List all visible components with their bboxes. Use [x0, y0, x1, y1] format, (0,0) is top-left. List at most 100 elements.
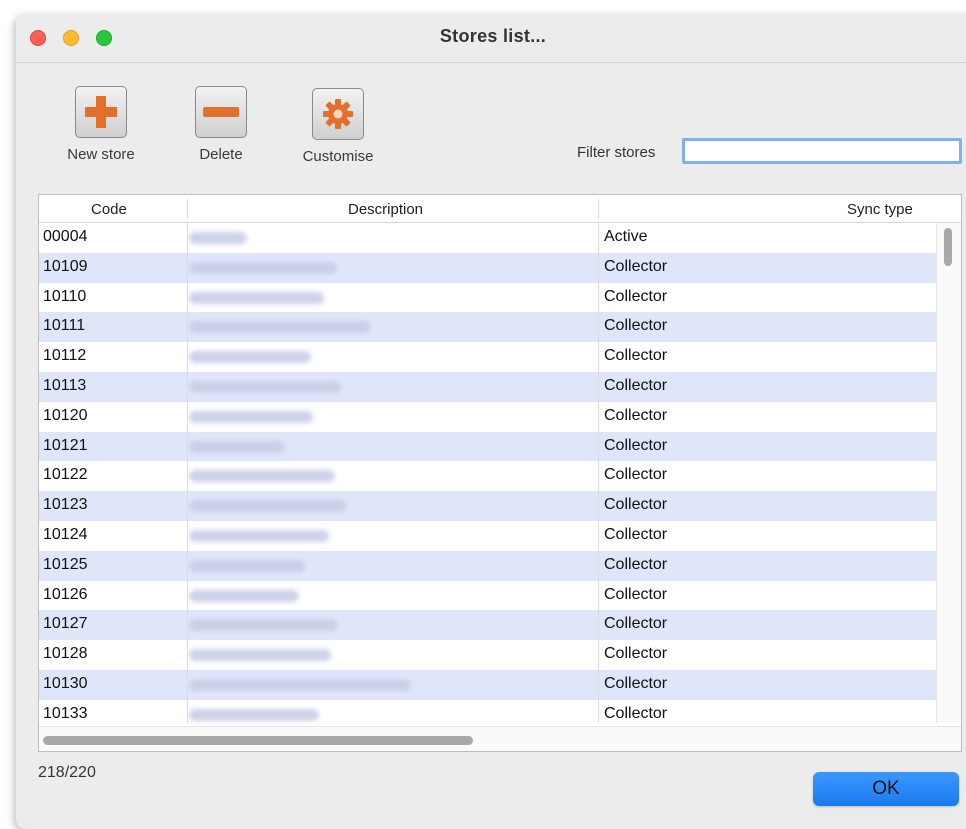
cell-code: 10133	[43, 704, 88, 722]
table-header: Code Description Sync type	[39, 195, 961, 223]
cell-description-redacted	[189, 261, 337, 274]
new-store-button[interactable]	[75, 86, 127, 138]
cell-sync-type: Collector	[604, 317, 668, 335]
delete-label: Delete	[199, 146, 243, 163]
window-title: Stores list...	[439, 26, 547, 46]
cell-description-redacted	[189, 649, 331, 662]
cell-sync-type: Collector	[604, 496, 668, 514]
cell-sync-type: Collector	[604, 674, 668, 692]
column-header-description[interactable]: Description	[348, 201, 423, 218]
table-row[interactable]: 00004 Active	[39, 223, 937, 253]
plus-icon	[85, 96, 117, 128]
cell-code: 10110	[43, 287, 87, 305]
filter-stores-input[interactable]	[682, 138, 962, 164]
table-row[interactable]: 10111 Collector	[39, 312, 937, 343]
title-bar: Stores list...	[16, 14, 966, 63]
cell-description-redacted	[189, 708, 319, 721]
table-row[interactable]: 10112 Collector	[39, 342, 937, 372]
cell-code: 10113	[43, 376, 87, 394]
table-row[interactable]: 10110 Collector	[39, 283, 937, 313]
cell-code: 10112	[43, 347, 87, 365]
table-row[interactable]: 10125 Collector	[39, 550, 937, 581]
stores-list-window: Stores list... New store Delete Customis…	[16, 14, 966, 829]
cell-sync-type: Collector	[604, 376, 668, 394]
cell-code: 10122	[43, 466, 88, 484]
vertical-scroll-thumb[interactable]	[944, 228, 952, 266]
cell-description-redacted	[189, 232, 247, 244]
gear-icon	[323, 99, 353, 129]
customise-button[interactable]	[312, 88, 364, 140]
column-header-code[interactable]: Code	[91, 201, 127, 218]
cell-description-redacted	[189, 291, 324, 304]
column-divider	[598, 199, 599, 219]
customise-label: Customise	[302, 148, 374, 165]
table-row[interactable]: 10122 Collector	[39, 461, 937, 491]
cell-code: 10121	[43, 436, 88, 454]
table-row[interactable]: 10121 Collector	[39, 431, 937, 462]
cell-code: 10124	[43, 525, 88, 543]
cell-sync-type: Collector	[604, 347, 668, 365]
cell-sync-type: Active	[604, 228, 648, 245]
cell-description-redacted	[189, 351, 311, 364]
cell-code: 10123	[43, 496, 88, 514]
delete-tool[interactable]: Delete	[176, 86, 266, 163]
table-row[interactable]: 10128 Collector	[39, 640, 937, 670]
cell-sync-type: Collector	[604, 466, 668, 484]
cell-description-redacted	[189, 619, 337, 632]
cell-sync-type: Collector	[604, 525, 668, 543]
cell-description-redacted	[189, 529, 329, 542]
cell-description-redacted	[189, 559, 305, 572]
new-store-tool[interactable]: New store	[56, 86, 146, 163]
table-row[interactable]: 10130 Collector	[39, 669, 937, 700]
minus-icon	[203, 107, 239, 117]
cell-code: 10128	[43, 645, 88, 663]
cell-sync-type: Collector	[604, 704, 668, 722]
cell-sync-type: Collector	[604, 645, 668, 663]
column-header-sync-type[interactable]: Sync type	[847, 201, 913, 218]
cell-description-redacted	[189, 589, 299, 602]
cell-sync-type: Collector	[604, 406, 668, 424]
horizontal-scrollbar[interactable]	[39, 726, 961, 751]
column-divider	[187, 223, 188, 723]
table-row[interactable]: 10126 Collector	[39, 581, 937, 611]
cell-code: 10111	[43, 317, 86, 335]
cell-sync-type: Collector	[604, 436, 668, 454]
cell-code: 10109	[43, 257, 88, 275]
cell-code: 10125	[43, 555, 88, 573]
delete-button[interactable]	[195, 86, 247, 138]
table-body: 00004 Active 10109 Collector 10110 Colle…	[39, 223, 937, 730]
cell-code: 10120	[43, 406, 88, 424]
table-row[interactable]: 10109 Collector	[39, 252, 937, 283]
cell-description-redacted	[189, 440, 285, 453]
cell-description-redacted	[189, 380, 341, 393]
cell-description-redacted	[189, 500, 347, 513]
cell-sync-type: Collector	[604, 585, 668, 603]
column-divider	[187, 199, 188, 219]
cell-code: 10126	[43, 585, 88, 603]
cell-sync-type: Collector	[604, 555, 668, 573]
cell-sync-type: Collector	[604, 287, 668, 305]
customise-tool[interactable]: Customise	[288, 88, 388, 165]
new-store-label: New store	[67, 146, 135, 163]
vertical-scrollbar[interactable]	[936, 223, 961, 723]
cell-description-redacted	[189, 470, 335, 483]
cell-code: 10130	[43, 674, 88, 692]
cell-description-redacted	[189, 678, 411, 691]
table-row[interactable]: 10127 Collector	[39, 610, 937, 641]
ok-button[interactable]: OK	[813, 772, 959, 806]
cell-code: 10127	[43, 615, 88, 633]
cell-description-redacted	[189, 321, 371, 334]
cell-sync-type: Collector	[604, 257, 668, 275]
cell-sync-type: Collector	[604, 615, 668, 633]
record-count: 218/220	[38, 764, 96, 781]
cell-code: 00004	[43, 228, 88, 245]
horizontal-scroll-thumb[interactable]	[43, 736, 473, 745]
table-row[interactable]: 10123 Collector	[39, 491, 937, 521]
filter-stores-label: Filter stores	[577, 144, 656, 161]
stores-table: Code Description Sync type 00004 Active …	[38, 194, 962, 752]
table-row[interactable]: 10113 Collector	[39, 371, 937, 402]
cell-description-redacted	[189, 410, 313, 423]
column-divider	[598, 223, 599, 723]
table-row[interactable]: 10120 Collector	[39, 402, 937, 432]
table-row[interactable]: 10124 Collector	[39, 521, 937, 551]
